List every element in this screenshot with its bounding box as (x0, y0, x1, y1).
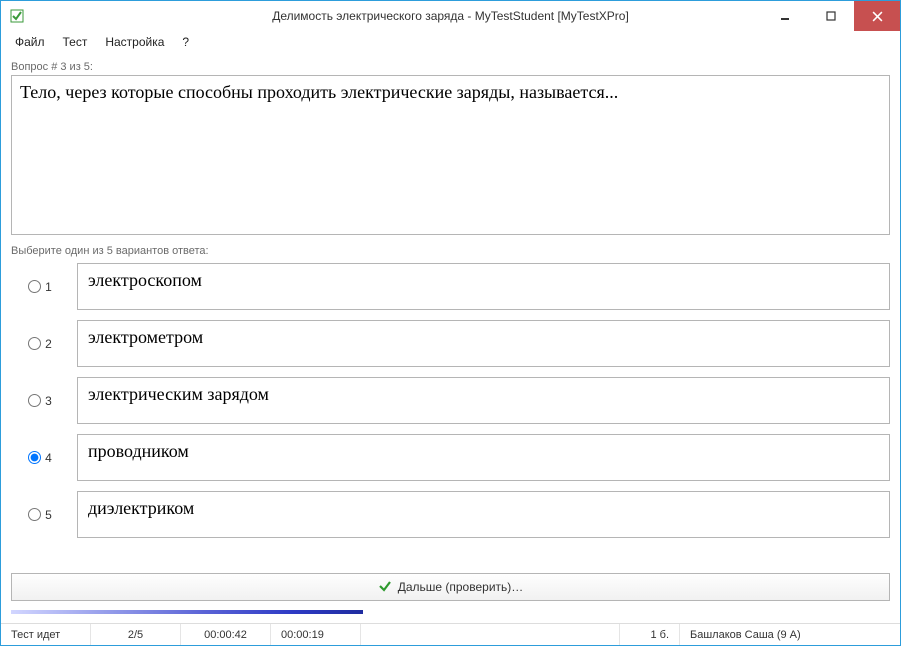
answer-radio-5[interactable]: 5 (11, 491, 69, 538)
radio-input[interactable] (28, 508, 41, 521)
check-icon (378, 579, 392, 596)
answer-number: 1 (45, 280, 52, 294)
answers-list: 1 электроскопом 2 электрометром 3 электрическ… (11, 263, 890, 563)
status-spacer (361, 624, 620, 645)
menu-test[interactable]: Тест (55, 33, 96, 51)
answer-row: 5 диэлектриком (11, 491, 890, 538)
answer-row: 3 электрическим зарядом (11, 377, 890, 424)
answer-row: 4 проводником (11, 434, 890, 481)
answer-text[interactable]: электрометром (77, 320, 890, 367)
radio-input[interactable] (28, 451, 41, 464)
menu-settings[interactable]: Настройка (97, 33, 172, 51)
answer-radio-2[interactable]: 2 (11, 320, 69, 367)
answer-number: 2 (45, 337, 52, 351)
radio-input[interactable] (28, 280, 41, 293)
status-score: 1 б. (620, 624, 680, 645)
progress-bar (11, 607, 890, 617)
minimize-button[interactable] (762, 1, 808, 31)
radio-input[interactable] (28, 394, 41, 407)
close-button[interactable] (854, 1, 900, 31)
app-icon (9, 8, 25, 24)
menu-help[interactable]: ? (174, 33, 197, 51)
status-user: Башлаков Саша (9 А) (680, 624, 900, 645)
window-controls (762, 1, 900, 31)
progress-fill (11, 610, 363, 614)
answer-number: 4 (45, 451, 52, 465)
answer-number: 5 (45, 508, 52, 522)
statusbar: Тест идет 2/5 00:00:42 00:00:19 1 б. Баш… (1, 623, 900, 645)
question-counter: Вопрос # 3 из 5: (11, 61, 890, 73)
answer-text[interactable]: диэлектриком (77, 491, 890, 538)
answer-row: 2 электрометром (11, 320, 890, 367)
menubar: Файл Тест Настройка ? (1, 31, 900, 53)
answer-radio-1[interactable]: 1 (11, 263, 69, 310)
status-question-progress: 2/5 (91, 624, 181, 645)
answer-text[interactable]: проводником (77, 434, 890, 481)
answer-radio-3[interactable]: 3 (11, 377, 69, 424)
next-button[interactable]: Дальше (проверить)… (11, 573, 890, 601)
answers-instruction: Выберите один из 5 вариантов ответа: (11, 245, 890, 257)
question-text: Тело, через которые способны проходить э… (11, 75, 890, 235)
answer-number: 3 (45, 394, 52, 408)
app-window: Делимость электрического заряда - MyTest… (0, 0, 901, 646)
answer-radio-4[interactable]: 4 (11, 434, 69, 481)
status-time-question: 00:00:19 (271, 624, 361, 645)
answer-row: 1 электроскопом (11, 263, 890, 310)
answer-text[interactable]: электрическим зарядом (77, 377, 890, 424)
status-time-elapsed: 00:00:42 (181, 624, 271, 645)
titlebar: Делимость электрического заряда - MyTest… (1, 1, 900, 31)
menu-file[interactable]: Файл (7, 33, 53, 51)
answer-text[interactable]: электроскопом (77, 263, 890, 310)
next-button-label: Дальше (проверить)… (398, 580, 524, 594)
status-state: Тест идет (1, 624, 91, 645)
maximize-button[interactable] (808, 1, 854, 31)
radio-input[interactable] (28, 337, 41, 350)
content-area: Вопрос # 3 из 5: Тело, через которые спо… (1, 53, 900, 623)
